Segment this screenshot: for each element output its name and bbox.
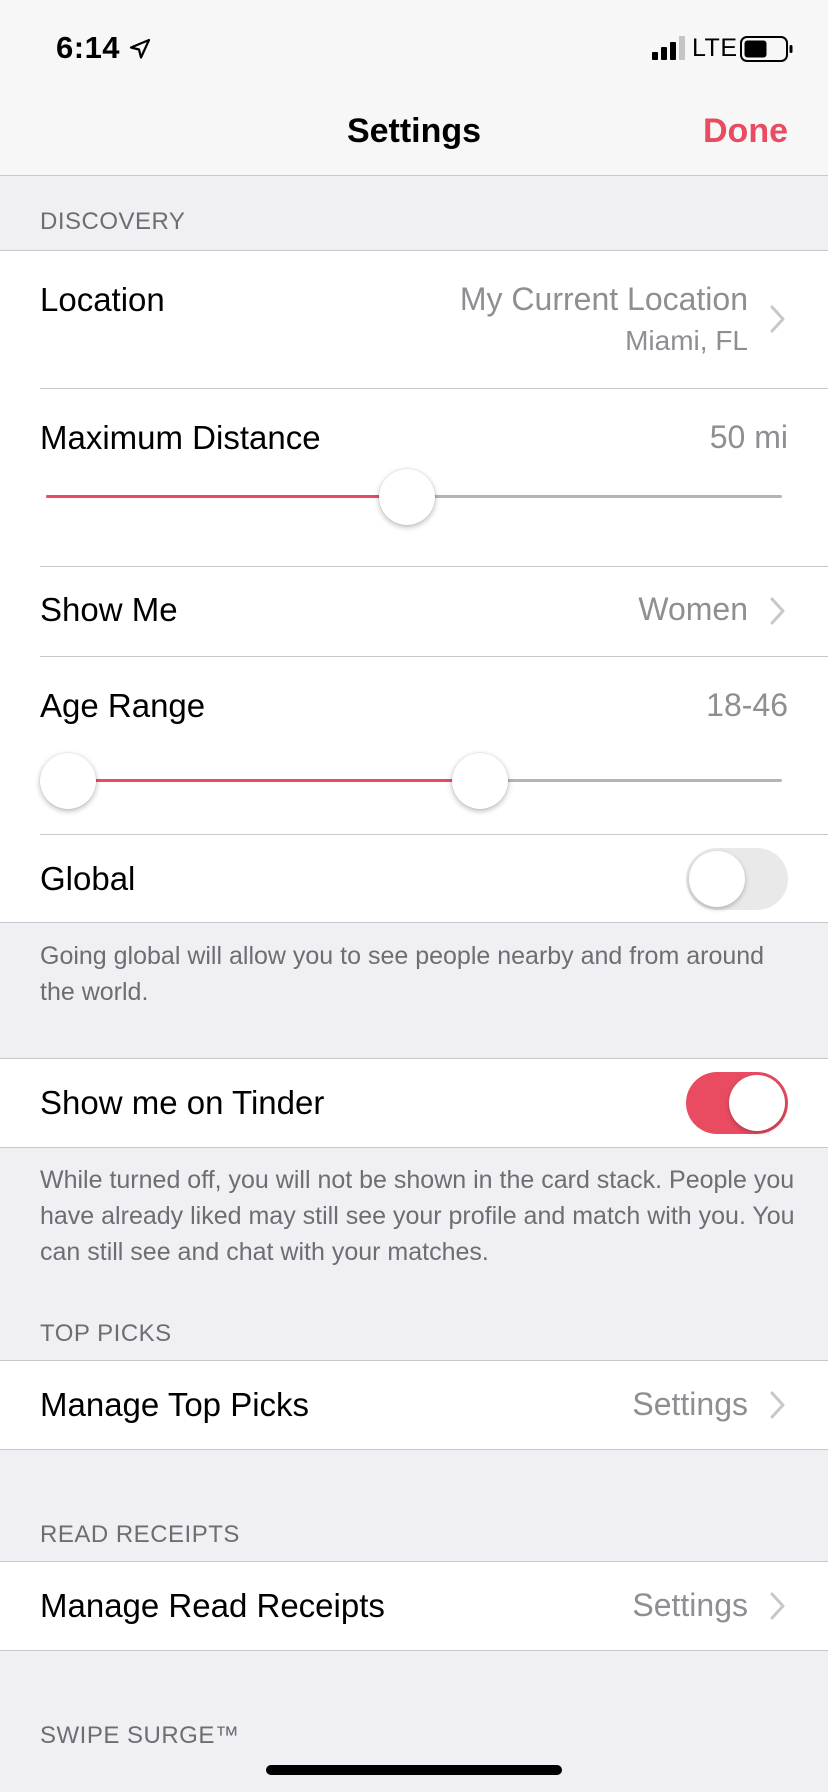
manage-read-receipts-value: Settings [632,1587,748,1623]
location-label: Location [40,281,165,318]
show-me-on-tinder-label: Show me on Tinder [40,1084,325,1121]
manage-top-picks-row[interactable]: Manage Top Picks Settings [0,1361,828,1449]
chevron-right-icon [770,597,785,625]
slider-thumb[interactable] [378,469,435,525]
battery-icon [740,36,793,62]
home-indicator [266,1765,562,1775]
chevron-right-icon [770,1391,785,1419]
show-me-row[interactable]: Show Me Women [0,567,828,656]
location-arrow-icon [129,38,151,59]
nav-bar: Settings Done [0,92,828,176]
toggle-knob [689,851,745,907]
show-me-on-tinder-footnote: While turned off, you will not be shown … [40,1166,795,1266]
section-header-swipe-surge: SWIPE SURGE™ [40,1722,240,1749]
show-me-on-tinder-group: Show me on Tinder [0,1058,828,1148]
discovery-group: Location My Current Location Miami, FL M… [0,250,828,923]
global-toggle[interactable] [686,848,788,910]
manage-read-receipts-row[interactable]: Manage Read Receipts Settings [0,1562,828,1650]
manage-read-receipts-label: Manage Read Receipts [40,1587,385,1624]
max-distance-label: Maximum Distance [40,419,321,456]
toggle-knob [729,1075,785,1131]
status-time: 6:14 [56,30,121,65]
read-receipts-group: Manage Read Receipts Settings [0,1561,828,1651]
manage-top-picks-value: Settings [632,1386,748,1422]
max-distance-value: 50 mi [709,419,788,455]
location-value: My Current Location [459,281,748,317]
section-header-discovery: DISCOVERY [40,208,186,235]
slider-thumb-min[interactable] [40,753,96,809]
age-range-label: Age Range [40,687,206,724]
chevron-right-icon [770,1592,785,1620]
max-distance-row: Maximum Distance 50 mi [0,389,828,566]
chevron-right-icon [770,305,785,333]
location-row[interactable]: Location My Current Location Miami, FL [0,251,828,388]
manage-top-picks-label: Manage Top Picks [40,1386,310,1423]
section-header-top-picks: TOP PICKS [40,1320,172,1347]
global-row: Global [0,835,828,924]
location-subvalue: Miami, FL [625,325,748,356]
done-button[interactable]: Done [703,112,788,151]
slider-fill [46,495,407,498]
slider-thumb-max[interactable] [452,753,509,809]
top-picks-group: Manage Top Picks Settings [0,1360,828,1450]
carrier-label: LTE [692,34,738,62]
show-me-value: Women [638,591,748,627]
section-header-read-receipts: READ RECEIPTS [40,1521,240,1548]
slider-fill [46,779,481,782]
age-range-row: Age Range 18-46 [0,657,828,834]
age-range-value: 18-46 [706,687,788,723]
show-me-on-tinder-toggle[interactable] [686,1072,788,1134]
show-me-label: Show Me [40,591,178,628]
signal-icon [652,36,685,60]
global-label: Global [40,860,136,897]
status-bar: 6:14 LTE [0,0,828,92]
global-footnote: Going global will allow you to see peopl… [40,942,765,1006]
